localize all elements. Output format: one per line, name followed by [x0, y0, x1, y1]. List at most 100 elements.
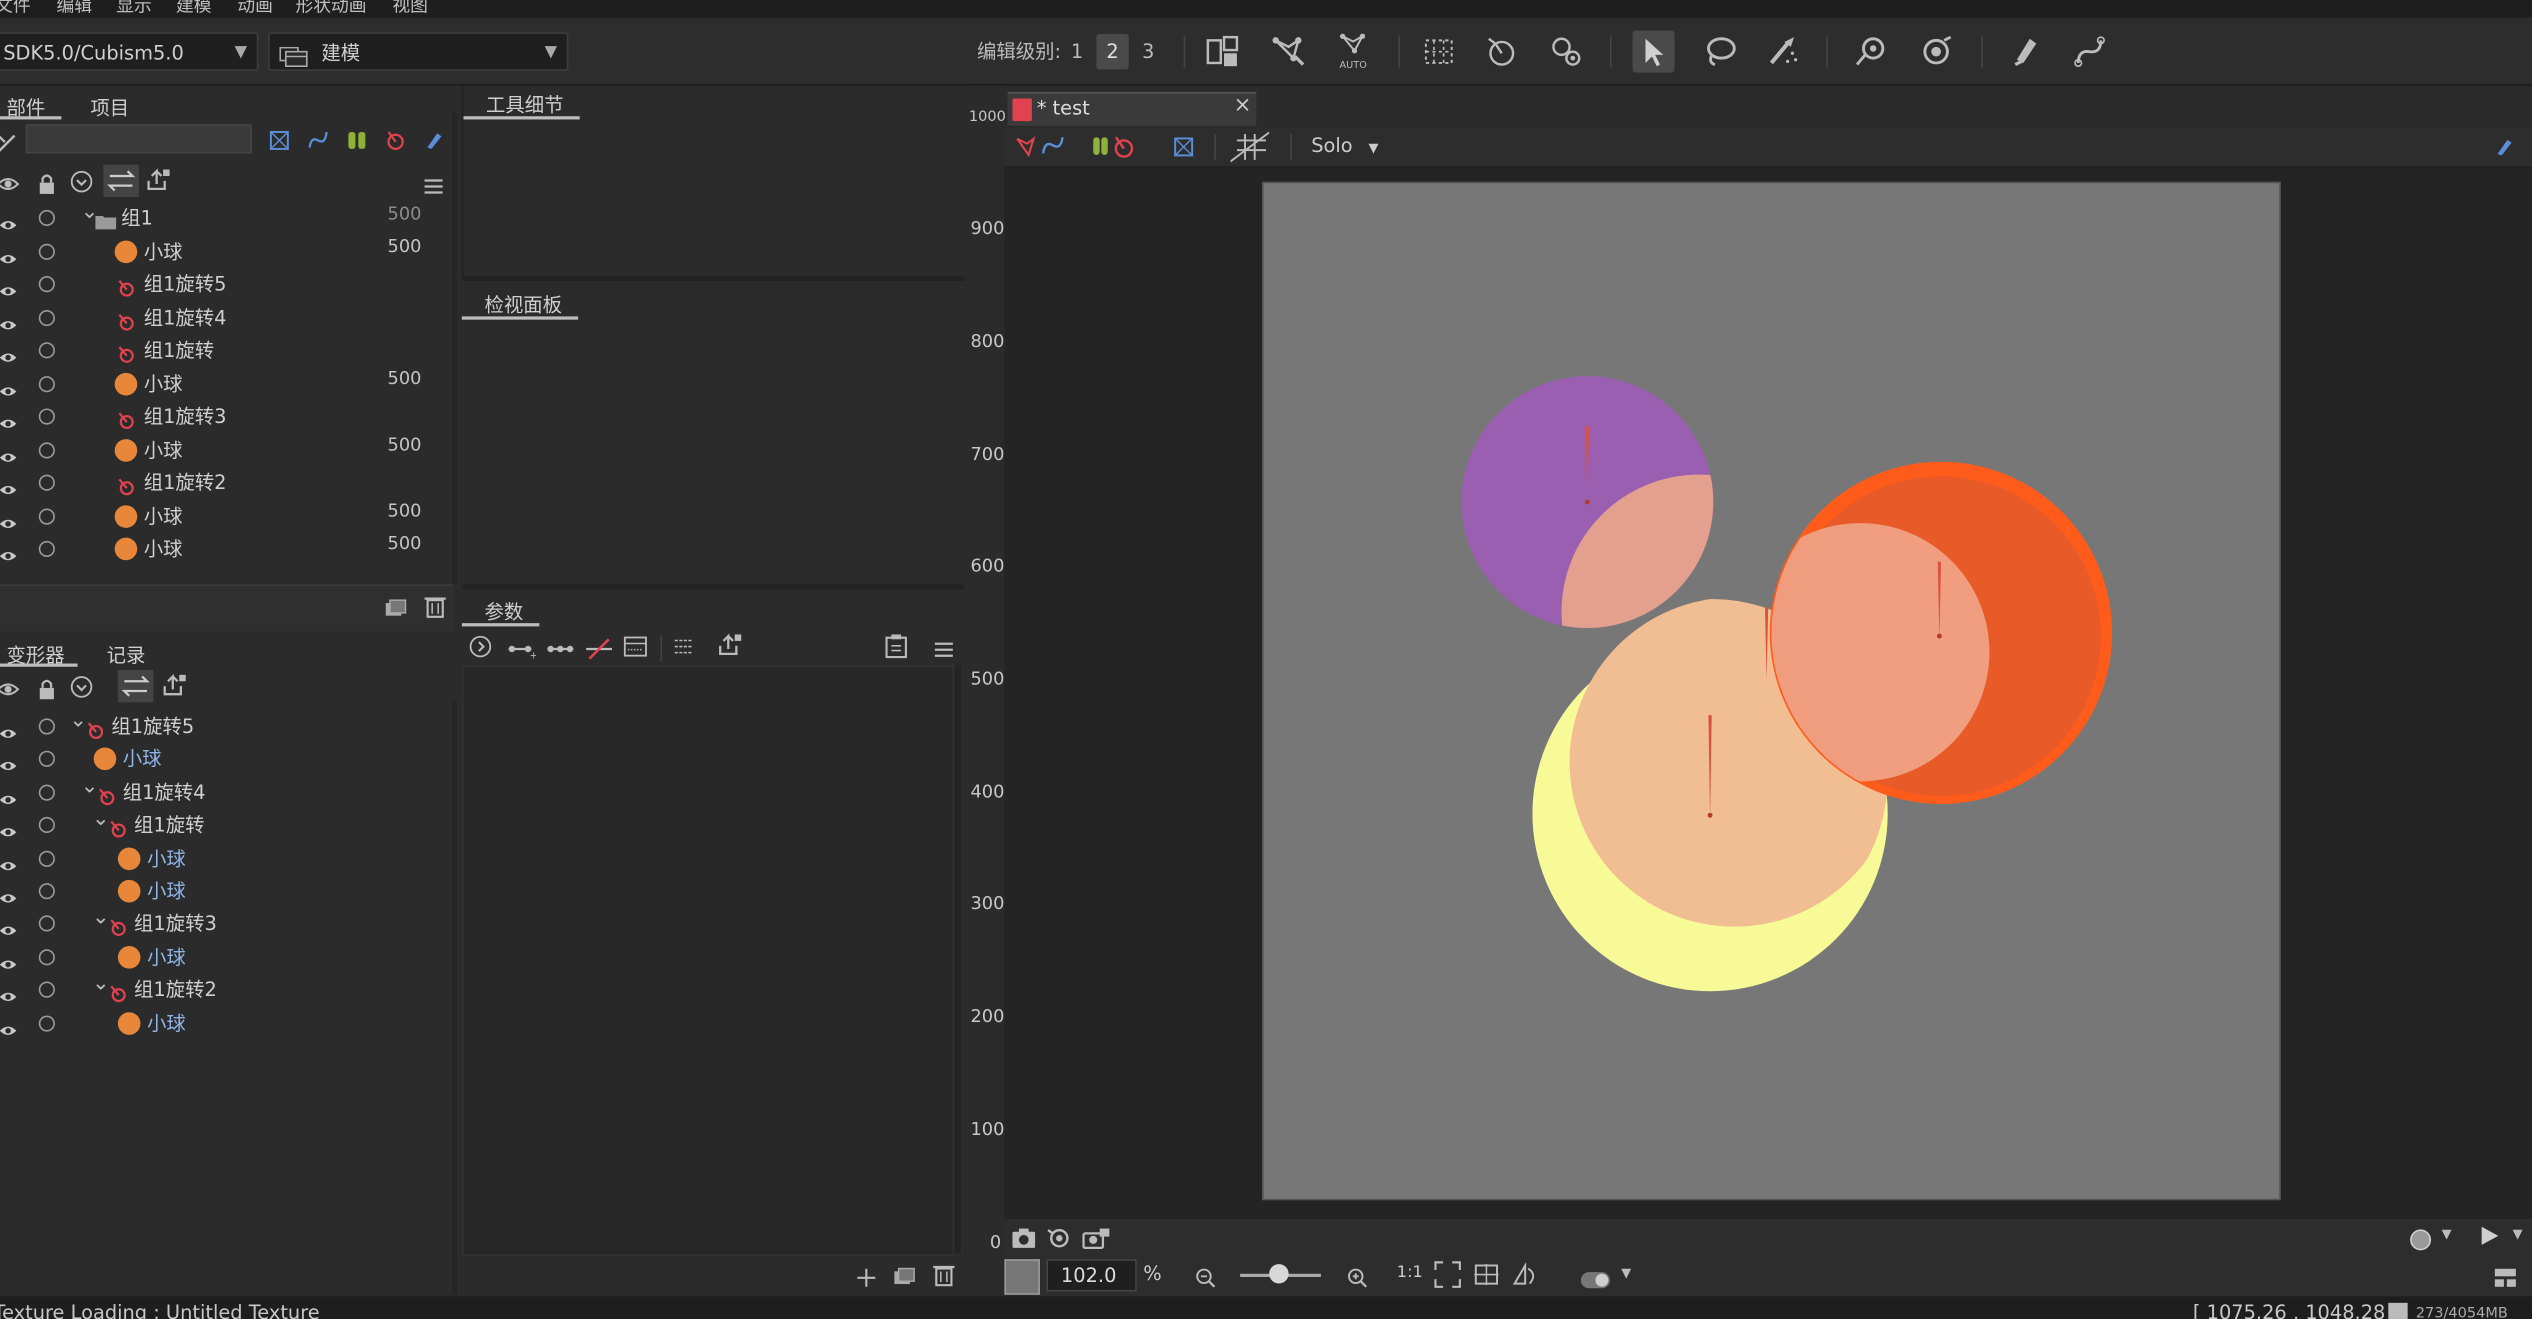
export-lock-icon[interactable]: [717, 631, 743, 657]
document-tab[interactable]: * test ×: [1007, 92, 1257, 126]
delete-trash-icon[interactable]: [932, 1262, 958, 1288]
chevron-down-icon[interactable]: ⌄: [92, 969, 110, 1001]
visibility-header-eye-icon[interactable]: [0, 171, 23, 197]
warp-filter-icon[interactable]: [346, 128, 372, 154]
export-lock-icon[interactable]: [145, 166, 171, 192]
expand-all-icon[interactable]: [69, 675, 95, 701]
zoom-field[interactable]: 102.0: [1046, 1259, 1137, 1292]
deformer-tree-row[interactable]: ⌄ 组1旋转3: [0, 906, 449, 940]
parts-tree-row[interactable]: 组1旋转5: [0, 268, 449, 300]
toggle-switch-icon[interactable]: [1579, 1266, 1611, 1289]
auto-mesh-icon[interactable]: AUTO: [1332, 31, 1374, 73]
edit-level-3-button[interactable]: 3: [1132, 34, 1164, 70]
key-group-icon[interactable]: [672, 634, 698, 660]
deformer-tree-row[interactable]: ⌄ 组1旋转2: [0, 972, 449, 1006]
flip-rotate-icon[interactable]: [1511, 1261, 1540, 1288]
camera-icon[interactable]: [1011, 1225, 1037, 1248]
new-folder-icon[interactable]: [893, 1264, 919, 1290]
visibility-eye-icon[interactable]: [0, 751, 18, 771]
lock-toggle-circle[interactable]: [38, 981, 55, 999]
visibility-eye-icon[interactable]: [0, 243, 18, 263]
visibility-eye-icon[interactable]: [0, 375, 18, 395]
lock-toggle-circle[interactable]: [38, 850, 55, 867]
add-key-3-icon[interactable]: [546, 636, 575, 662]
parts-tree-row[interactable]: 组1旋转3: [0, 400, 449, 432]
parts-tree-row[interactable]: 小球 500: [0, 533, 449, 565]
lock-toggle-circle[interactable]: [38, 474, 55, 491]
edit-level-1-button[interactable]: 1: [1061, 34, 1093, 70]
deformer-tree-row[interactable]: ⌄ 组1旋转: [0, 808, 449, 841]
visibility-eye-icon[interactable]: [0, 982, 18, 1002]
lock-toggle-circle[interactable]: [38, 408, 55, 425]
deformer-filter-icon[interactable]: [268, 128, 294, 154]
curve-filter-icon[interactable]: [307, 128, 333, 154]
menu-edit[interactable]: 编辑: [57, 0, 93, 18]
lock-toggle-circle[interactable]: [38, 784, 55, 801]
lock-toggle-circle[interactable]: [38, 441, 55, 458]
lock-toggle-circle[interactable]: [38, 883, 55, 900]
deformer-tree-row[interactable]: 小球: [0, 1007, 449, 1039]
chevron-down-icon[interactable]: ⌄: [69, 705, 87, 737]
blend-shape-icon[interactable]: [623, 634, 649, 660]
lasso-icon[interactable]: [1699, 31, 1741, 73]
parts-tree-row[interactable]: ⌄ 组1 500: [0, 200, 449, 234]
grid-toggle-icon[interactable]: [1229, 131, 1270, 163]
visibility-eye-icon[interactable]: [0, 342, 18, 362]
deformer-tree-row[interactable]: 小球: [0, 875, 449, 907]
visibility-eye-icon[interactable]: [0, 541, 18, 561]
solo-dropdown[interactable]: Solo ▼: [1311, 134, 1378, 157]
lock-toggle-circle[interactable]: [38, 375, 55, 392]
lock-toggle-circle[interactable]: [38, 507, 55, 524]
panel-menu-icon[interactable]: [423, 173, 449, 199]
lock-header-icon[interactable]: [36, 171, 62, 197]
chevron-down-icon[interactable]: ⌄: [81, 771, 99, 803]
menu-view-display[interactable]: 显示: [116, 0, 152, 18]
menu-file[interactable]: 文件: [0, 0, 31, 18]
layout-preset-icon[interactable]: [1201, 31, 1243, 73]
close-icon[interactable]: ×: [1234, 94, 1252, 118]
zoom-slider-thumb[interactable]: [1269, 1264, 1289, 1284]
chevron-down-icon[interactable]: ▼: [2442, 1227, 2452, 1242]
visibility-eye-icon[interactable]: [0, 850, 18, 870]
play-circle-icon[interactable]: [468, 634, 494, 660]
select-arrow-icon[interactable]: [1632, 30, 1675, 73]
lock-toggle-circle[interactable]: [38, 1014, 55, 1031]
visibility-eye-icon[interactable]: [0, 408, 18, 428]
delete-key-icon[interactable]: [585, 636, 614, 662]
parts-tree-row[interactable]: 小球 500: [0, 433, 449, 465]
visibility-eye-icon[interactable]: [0, 210, 18, 230]
expand-all-icon[interactable]: [69, 170, 95, 196]
parts-tree-row[interactable]: 组1旋转2: [0, 467, 449, 499]
play-icon[interactable]: [2477, 1224, 2503, 1250]
menu-animation[interactable]: 动画: [237, 0, 273, 18]
panel-splitter[interactable]: [461, 276, 965, 281]
visibility-eye-icon[interactable]: [0, 949, 18, 969]
camera-multi-icon[interactable]: [1082, 1225, 1111, 1250]
parts-tree-row[interactable]: 组1旋转: [0, 334, 449, 366]
parts-tree-row[interactable]: 小球 500: [0, 235, 449, 267]
swap-order-icon[interactable]: [117, 669, 154, 703]
rotation-deformer-icon[interactable]: [1481, 31, 1523, 73]
edit-level-2-button[interactable]: 2: [1096, 33, 1129, 70]
lock-toggle-circle[interactable]: [38, 342, 55, 359]
parameters-list-area[interactable]: [461, 665, 955, 1257]
menu-modeling[interactable]: 建模: [176, 0, 212, 18]
model-canvas[interactable]: [1004, 168, 2532, 1217]
warp-display-icon[interactable]: [1092, 134, 1137, 160]
parts-tree-row[interactable]: 小球 500: [0, 367, 449, 399]
lock-toggle-circle[interactable]: [38, 242, 55, 260]
chevron-down-icon[interactable]: ⌄: [92, 903, 110, 935]
new-folder-icon[interactable]: [384, 596, 410, 622]
actual-size-button[interactable]: 1:1: [1397, 1264, 1423, 1282]
lock-header-icon[interactable]: [36, 676, 62, 702]
chevron-down-icon[interactable]: ⌄: [92, 804, 110, 836]
mesh-display-icon[interactable]: [1014, 134, 1066, 160]
camera-refresh-icon[interactable]: [1046, 1225, 1072, 1248]
parameter-sheet-icon[interactable]: [883, 633, 909, 659]
visibility-header-eye-icon[interactable]: [0, 676, 23, 702]
delete-trash-icon[interactable]: [423, 594, 449, 620]
pen-filter-icon[interactable]: [423, 128, 449, 154]
pen-tool-icon[interactable]: [2004, 31, 2046, 73]
workspace-mode-select[interactable]: 建模 ▼: [268, 32, 569, 72]
visibility-eye-icon[interactable]: [0, 508, 18, 528]
